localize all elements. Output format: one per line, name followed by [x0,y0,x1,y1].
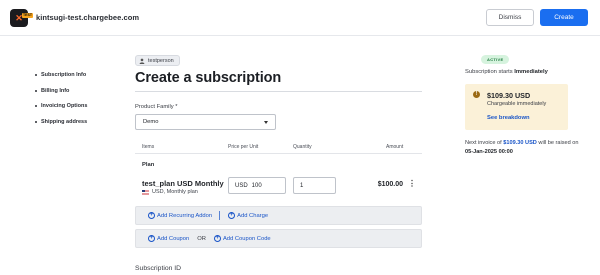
start-value: Immediately [514,69,548,75]
us-flag-icon [142,189,149,195]
nav-item-label: Shipping address [41,118,88,125]
customer-name: testperson [148,57,174,64]
site-name: kintsugi-test.chargebee.com [36,13,140,22]
coupon-action-bar: + Add Coupon OR + Add Coupon Code [135,229,422,248]
column-header-items: Items [142,144,155,150]
info-icon: ! [473,91,480,98]
next-middle: will be raised on [536,140,579,146]
section-nav: Subscription Info Billing Info Invoicing… [35,72,87,134]
subscription-start: Subscription starts Immediately [465,69,548,75]
product-family-select[interactable]: Demo [135,114,276,130]
divider [135,91,422,92]
add-coupon-code-button[interactable]: + Add Coupon Code [213,235,271,242]
charge-note: Chargeable immediately [487,101,547,107]
add-recurring-addon-label: Add Recurring Addon [157,212,213,219]
column-header-quantity: Quantity [293,144,312,150]
app-logo: ✕ TEST [10,9,33,27]
status-badge: ACTIVE [481,55,510,64]
plus-circle-icon: + [228,212,236,219]
divider [135,153,422,154]
bullet-icon [35,105,37,107]
plus-circle-icon: + [213,235,221,242]
add-coupon-button[interactable]: + Add Coupon [148,235,189,242]
nav-item-label: Invoicing Options [41,103,88,109]
add-charge-button[interactable]: + Add Charge [228,212,268,219]
next-amount: $109.30 USD [503,140,537,146]
or-separator: OR [197,235,206,242]
more-options-icon[interactable]: ⋮ [408,180,416,190]
add-recurring-addon-button[interactable]: + Add Recurring Addon [148,212,212,219]
column-header-amount: Amount [386,144,404,150]
next-invoice-note: Next invoice of $109.30 USD will be rais… [465,139,585,156]
person-icon [139,58,145,64]
column-header-price: Price per Unit [228,144,259,150]
nav-item-shipping-address[interactable]: Shipping address [35,119,87,135]
nav-item-label: Billing Info [41,87,70,94]
plan-details: USD, Monthly plan [142,189,198,195]
bullet-icon [35,120,37,123]
chevron-down-icon [264,121,268,124]
price-input[interactable]: USD 100 [228,177,286,194]
nav-item-billing-info[interactable]: Billing Info [35,88,87,104]
plan-details-text: USD, Monthly plan [152,189,198,195]
quantity-value: 1 [300,182,304,189]
add-coupon-code-label: Add Coupon Code [222,235,271,242]
next-prefix: Next invoice of [465,140,504,146]
product-family-label: Product Family * [135,104,178,110]
bullet-icon [35,89,37,92]
addon-action-bar: + Add Recurring Addon + Add Charge [135,206,422,225]
customer-chip[interactable]: testperson [135,55,180,66]
nav-item-label: Subscription Info [41,72,87,78]
charge-summary-card: ! $109.30 USD Chargeable immediately See… [465,84,568,130]
dismiss-button[interactable]: Dismiss [486,9,534,26]
page-title: Create a subscription [135,70,282,86]
create-button[interactable]: Create [540,9,588,26]
quantity-input[interactable]: 1 [293,177,336,194]
charge-amount: $109.30 USD [487,91,531,100]
add-coupon-label: Add Coupon [157,235,190,242]
plan-name: test_plan USD Monthly [142,179,224,188]
start-prefix: Subscription starts [465,69,515,75]
plus-circle-icon: + [148,235,155,242]
test-badge: TEST [22,13,33,18]
add-charge-label: Add Charge [237,212,269,219]
bullet-icon [35,74,37,76]
top-bar: ✕ TEST kintsugi-test.chargebee.com Dismi… [0,0,600,36]
plan-section-heading: Plan [142,162,155,168]
nav-item-subscription-info[interactable]: Subscription Info [35,72,87,88]
price-value: 100 [251,182,262,189]
line-amount: $100.00 [377,181,403,188]
subscription-id-label: Subscription ID [135,265,182,272]
nav-item-invoicing-options[interactable]: Invoicing Options [35,103,87,119]
next-date: 05-Jan-2025 00:00 [465,148,513,155]
see-breakdown-link[interactable]: See breakdown [487,115,530,121]
separator [219,211,221,220]
price-currency: USD [235,182,248,189]
plus-circle-icon: + [148,212,155,219]
product-family-value: Demo [143,119,159,125]
